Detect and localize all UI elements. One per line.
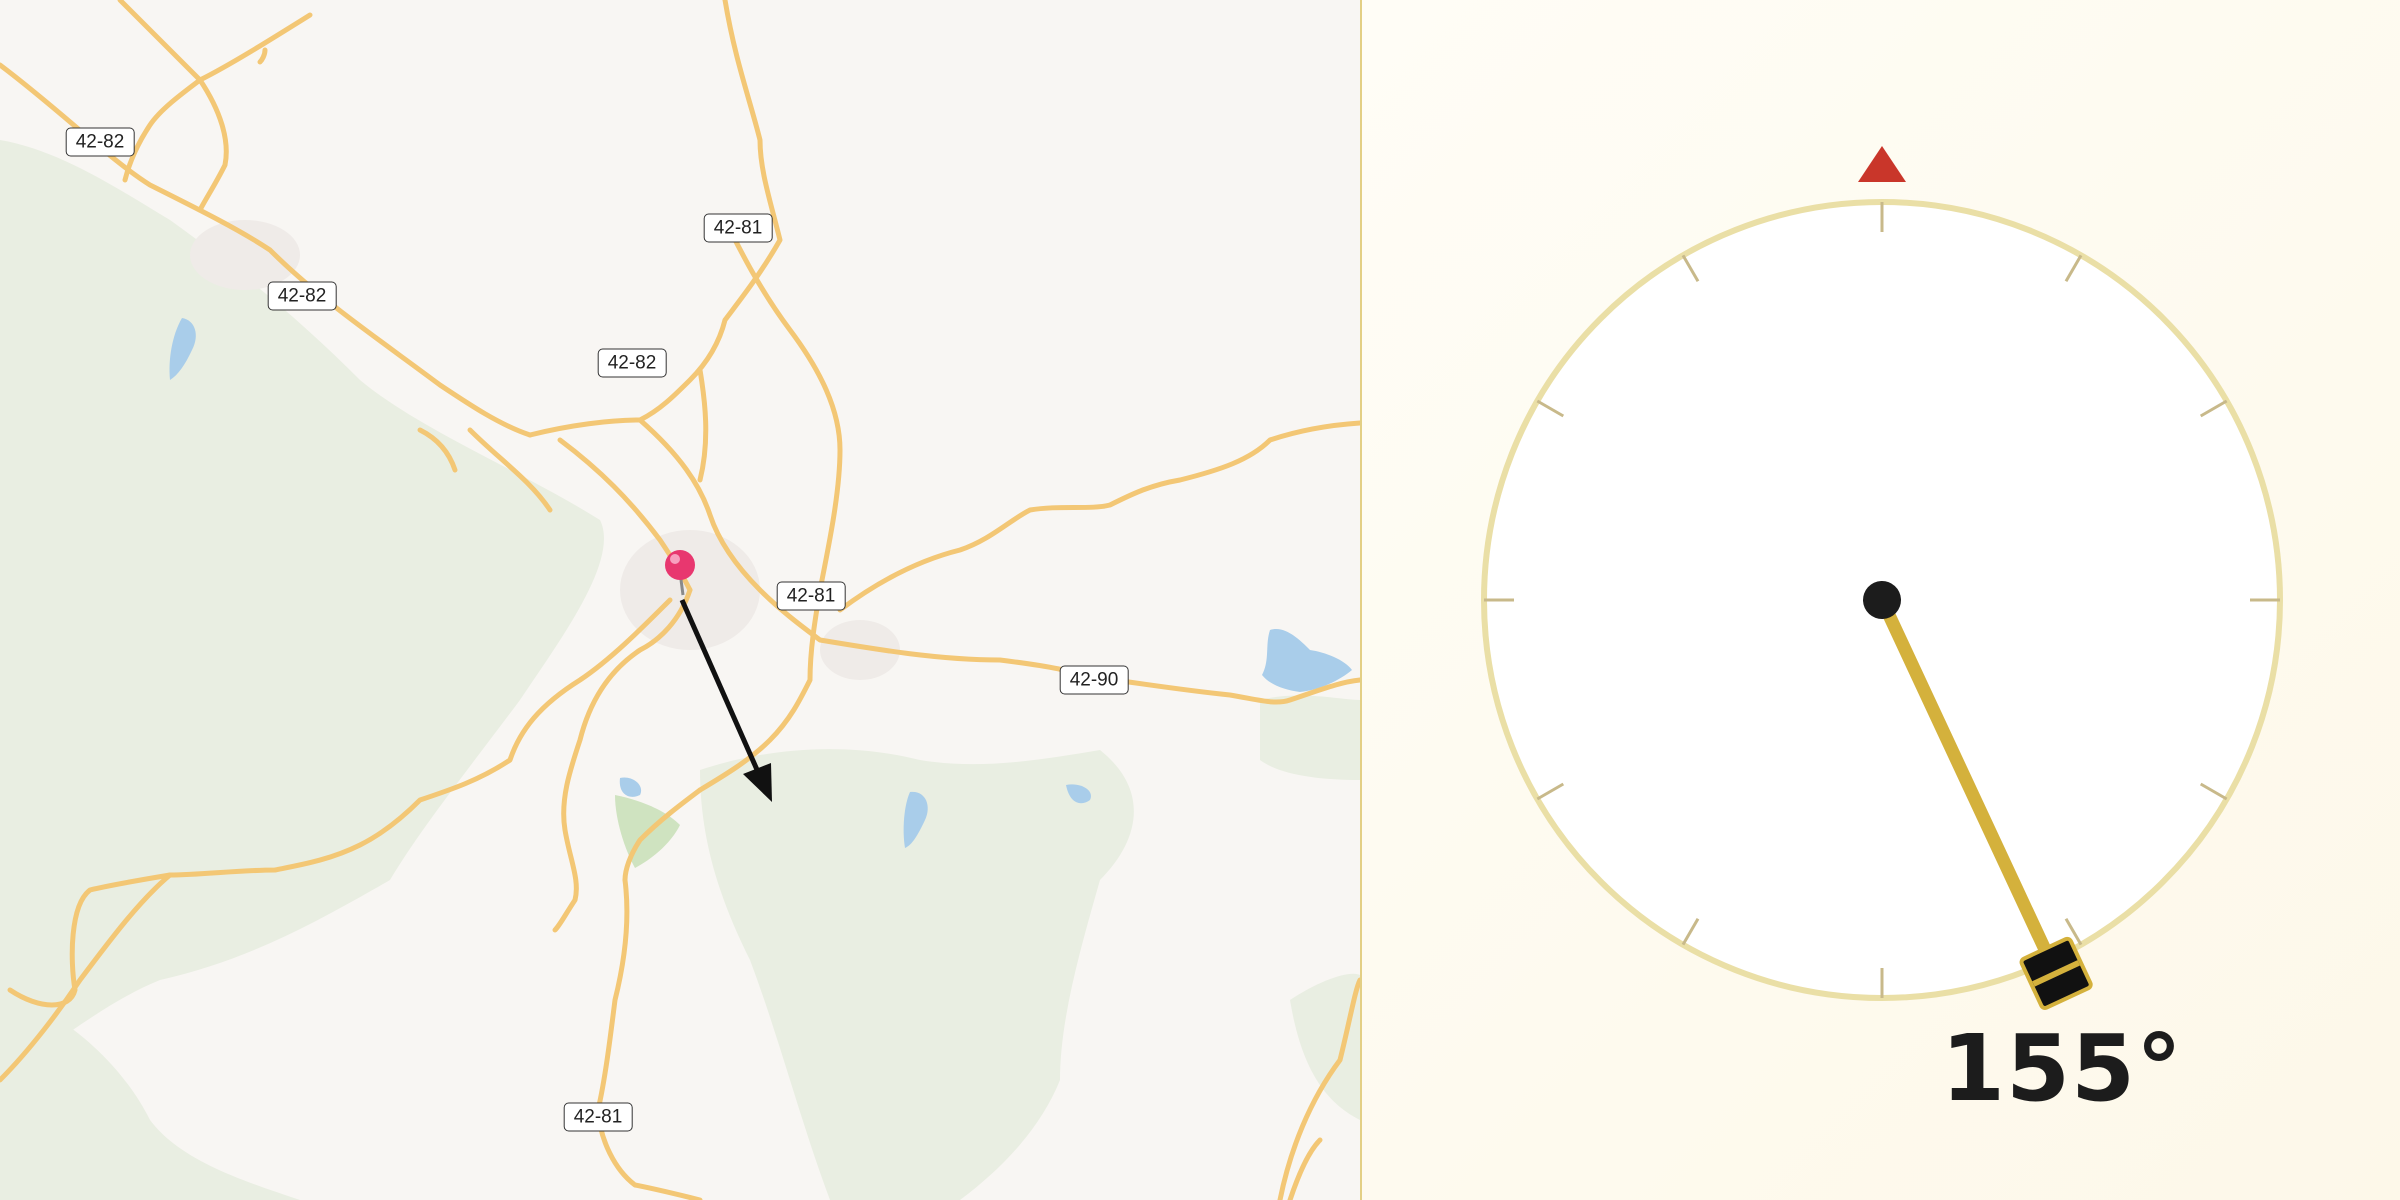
- north-marker-icon: [1858, 146, 1906, 182]
- route-shield-42-81: 42-81: [776, 581, 846, 611]
- route-shield-42-82: 42-82: [267, 281, 337, 311]
- compass-panel: 155°: [1362, 0, 2400, 1200]
- route-shield-42-82: 42-82: [65, 127, 135, 157]
- forest-areas: [0, 140, 1360, 1200]
- compass-dial: [1481, 146, 2283, 1010]
- route-shield-42-82: 42-82: [597, 348, 667, 378]
- route-shield-42-90: 42-90: [1059, 665, 1129, 695]
- route-shield-42-81: 42-81: [563, 1102, 633, 1132]
- heading-readout: 155°: [1940, 1015, 2184, 1122]
- map-canvas[interactable]: [0, 0, 1360, 1200]
- route-shield-42-81: 42-81: [703, 213, 773, 243]
- map-panel[interactable]: 42-82 42-82 42-82 42-81 42-81 42-90 42-8…: [0, 0, 1360, 1200]
